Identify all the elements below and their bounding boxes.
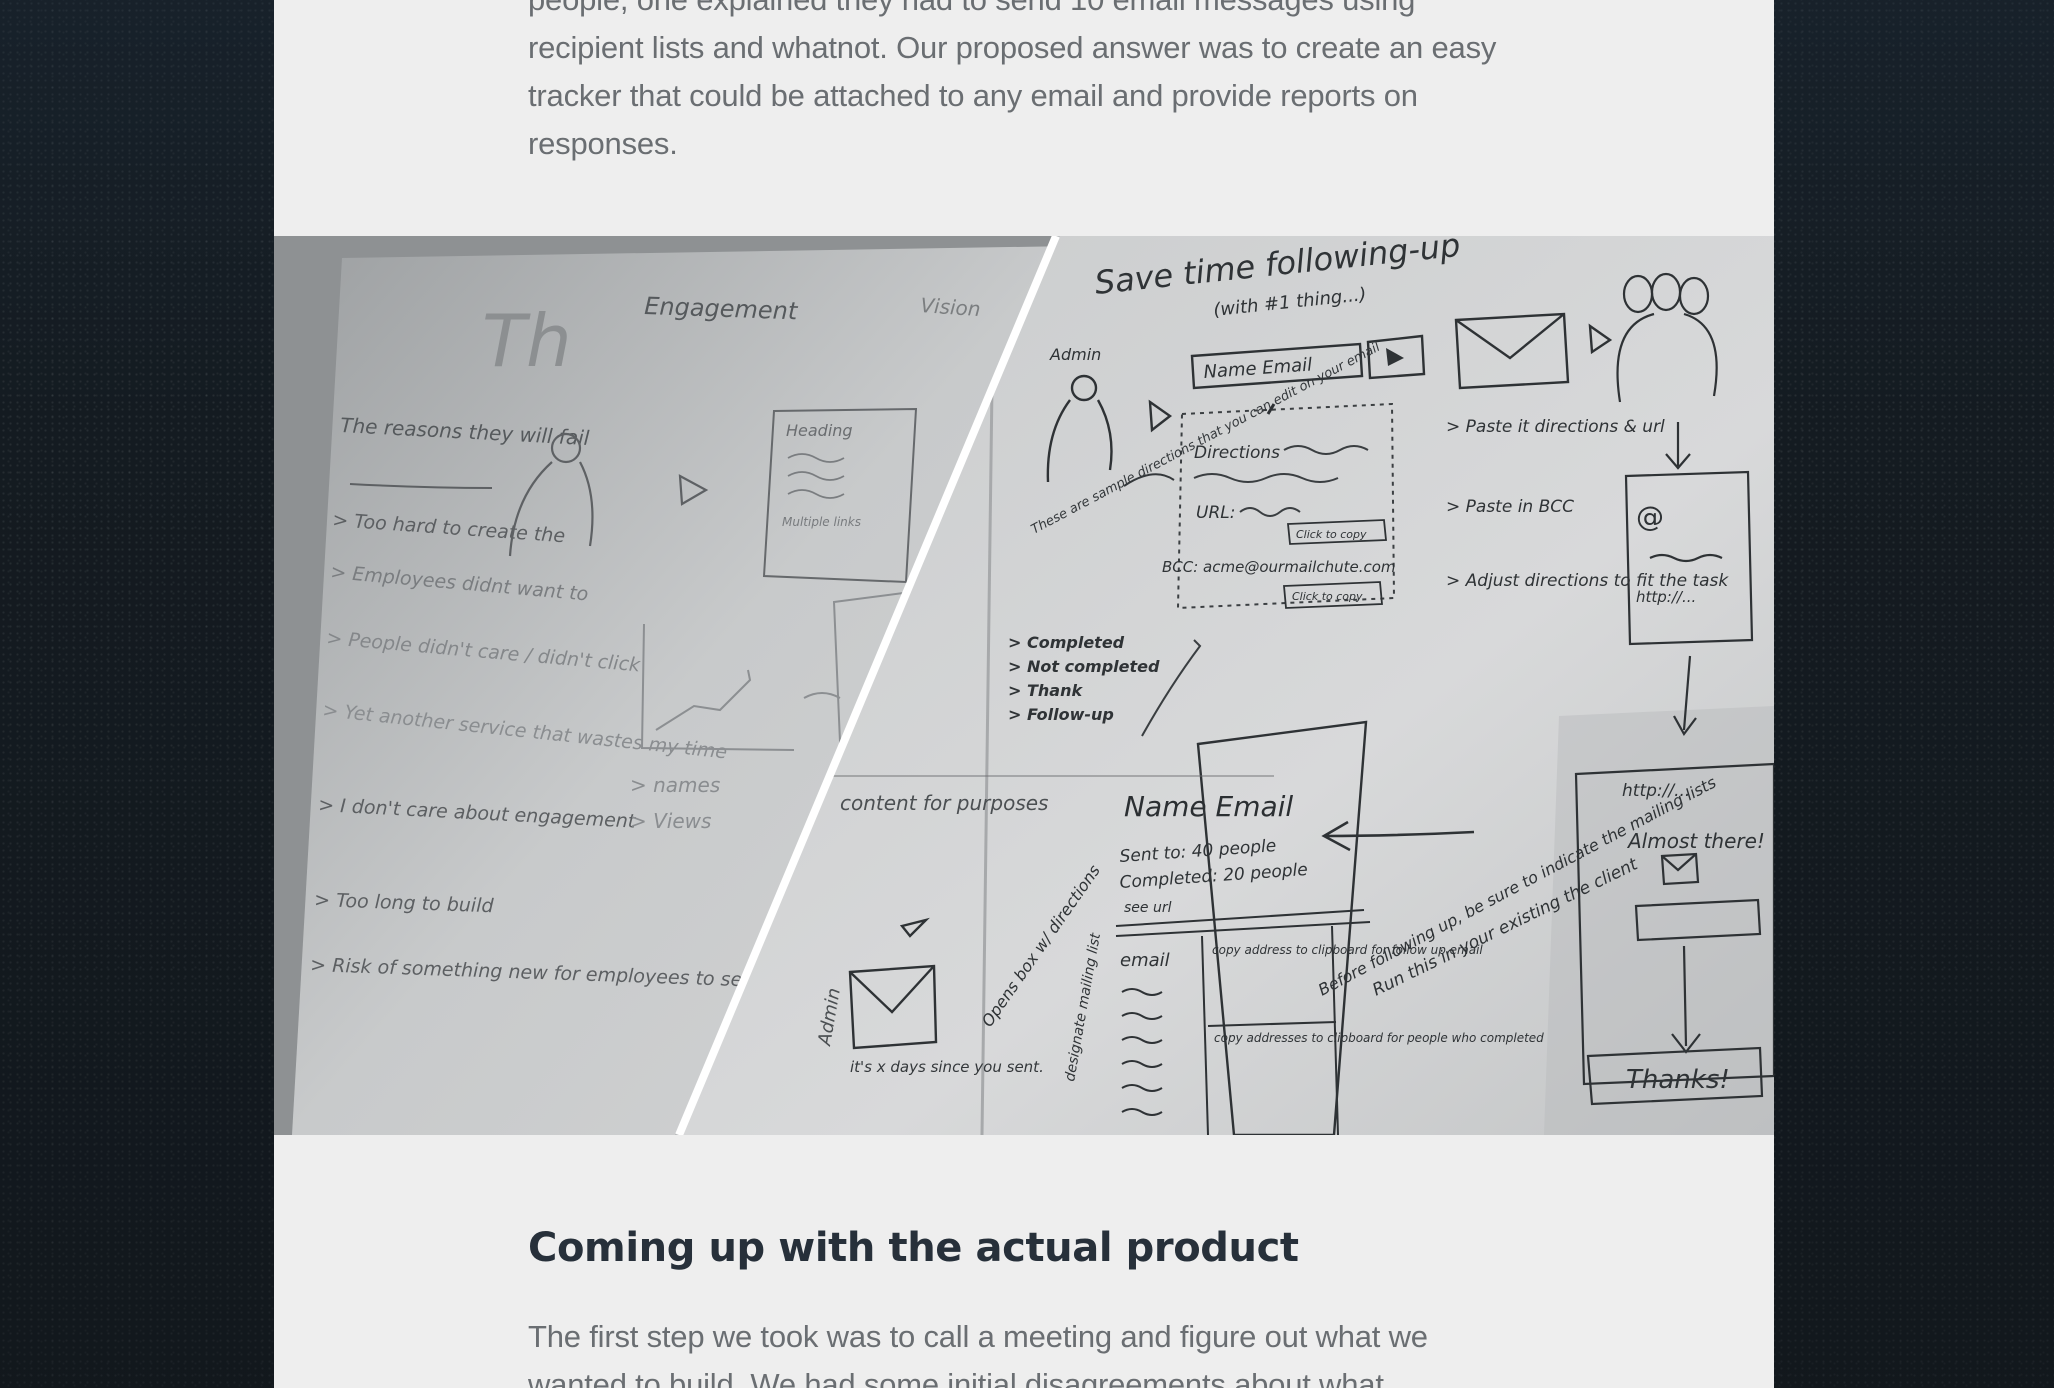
whiteboard-left-corner-note: Vision [920, 293, 982, 321]
days-note: it's x days since you sent. [850, 1058, 1044, 1076]
svg-text:@: @ [1636, 500, 1664, 533]
status-item: > Thank [1008, 681, 1083, 700]
whiteboard-left-title: Engagement [644, 292, 800, 325]
copy-button-label: Click to copy [1292, 590, 1363, 603]
thanks-label: Thanks! [1626, 1065, 1730, 1095]
status-item: > Follow-up [1008, 705, 1114, 724]
bcc-label: BCC: acme@ourmailchute.com [1162, 558, 1396, 576]
status-item: > Not completed [1008, 657, 1160, 676]
admin-label: Admin [1049, 345, 1101, 364]
see-url-link: see url [1124, 900, 1172, 916]
content-note: content for purposes [840, 791, 1048, 815]
confirmation-url: http://... [1622, 781, 1690, 801]
status-item: > Completed [1008, 633, 1125, 652]
phone-title: Name Email [1124, 790, 1293, 823]
url-fragment: http://... [1636, 588, 1696, 606]
almost-label: Almost there! [1626, 829, 1765, 853]
intro-paragraph: people, one explained they had to send 1… [528, 0, 1497, 161]
step-item: > Paste in BCC [1446, 497, 1574, 517]
copy-note: copy addresses to clipboard for people w… [1214, 1031, 1544, 1045]
section-heading: Coming up with the actual product [528, 1225, 1299, 1271]
card-heading: Heading [786, 421, 853, 440]
whiteboard-photo: Engagement Th Vision The reasons they wi… [274, 236, 1774, 1135]
step-item: > Paste it directions & url [1446, 417, 1665, 437]
article-column: people, one explained they had to send 1… [274, 0, 1774, 1388]
whiteboard-left-scrawl: Th [482, 299, 572, 383]
metric-item: > Views [630, 809, 711, 833]
url-label: URL: [1196, 503, 1235, 523]
copy-button-label: Click to copy [1296, 528, 1367, 541]
section-paragraph: The first step we took was to call a mee… [528, 1319, 1428, 1388]
metric-item: > names [630, 773, 720, 797]
email-col-label: email [1120, 950, 1170, 971]
card-link: Multiple links [782, 515, 861, 529]
